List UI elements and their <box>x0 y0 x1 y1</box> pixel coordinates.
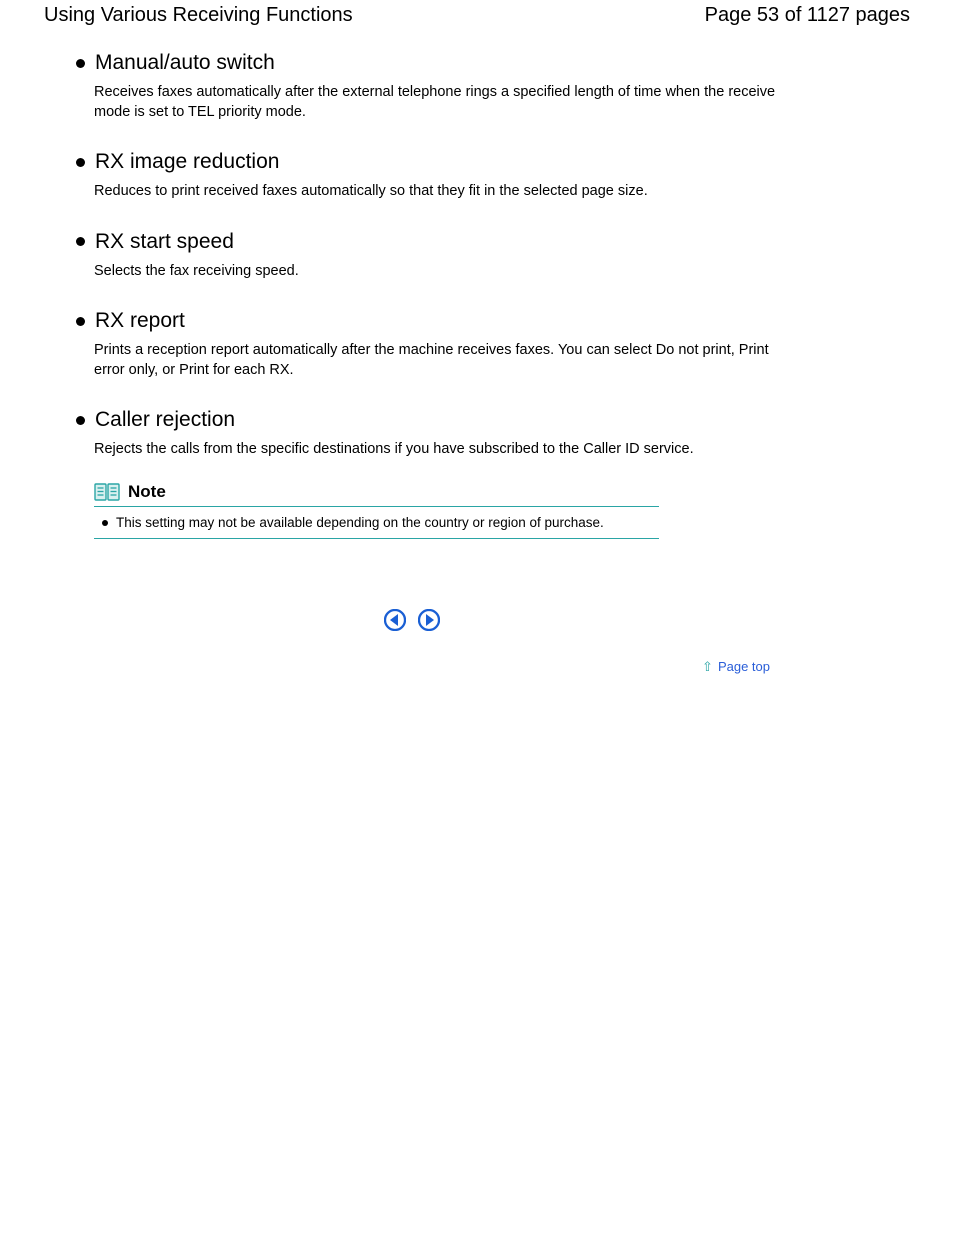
section-caller-rejection: Caller rejection Rejects the calls from … <box>76 408 910 539</box>
section-title: RX image reduction <box>95 150 279 174</box>
section-title: RX start speed <box>95 230 234 254</box>
book-open-icon <box>94 483 120 501</box>
bullet-icon <box>76 59 85 68</box>
section-manual-auto-switch: Manual/auto switch Receives faxes automa… <box>76 51 910 122</box>
page-indicator: Page 53 of 1127 pages <box>705 4 910 27</box>
section-body: Prints a reception report automatically … <box>94 341 784 380</box>
bullet-icon <box>76 416 85 425</box>
note-box: Note This setting may not be available d… <box>94 482 659 539</box>
section-body: Receives faxes automatically after the e… <box>94 83 784 122</box>
bullet-icon <box>102 520 108 526</box>
next-page-button[interactable] <box>418 609 440 631</box>
arrow-up-icon: ⇧ <box>702 660 713 673</box>
section-rx-image-reduction: RX image reduction Reduces to print rece… <box>76 150 910 202</box>
section-body: Selects the fax receiving speed. <box>94 262 784 282</box>
note-label: Note <box>128 482 166 502</box>
note-text: This setting may not be available depend… <box>116 515 604 530</box>
section-title: RX report <box>95 309 185 333</box>
page-title: Using Various Receiving Functions <box>44 4 353 27</box>
header-row: Using Various Receiving Functions Page 5… <box>44 4 910 27</box>
page-nav <box>0 609 910 631</box>
bullet-icon <box>76 317 85 326</box>
page-top-label: Page top <box>718 659 770 674</box>
section-rx-start-speed: RX start speed Selects the fax receiving… <box>76 230 910 282</box>
page-top-link[interactable]: ⇧ Page top <box>702 659 770 674</box>
bullet-icon <box>76 158 85 167</box>
section-title: Manual/auto switch <box>95 51 275 75</box>
section-body: Rejects the calls from the specific dest… <box>94 440 784 460</box>
bullet-icon <box>76 237 85 246</box>
section-body: Reduces to print received faxes automati… <box>94 182 784 202</box>
section-title: Caller rejection <box>95 408 235 432</box>
section-rx-report: RX report Prints a reception report auto… <box>76 309 910 380</box>
prev-page-button[interactable] <box>384 609 406 631</box>
